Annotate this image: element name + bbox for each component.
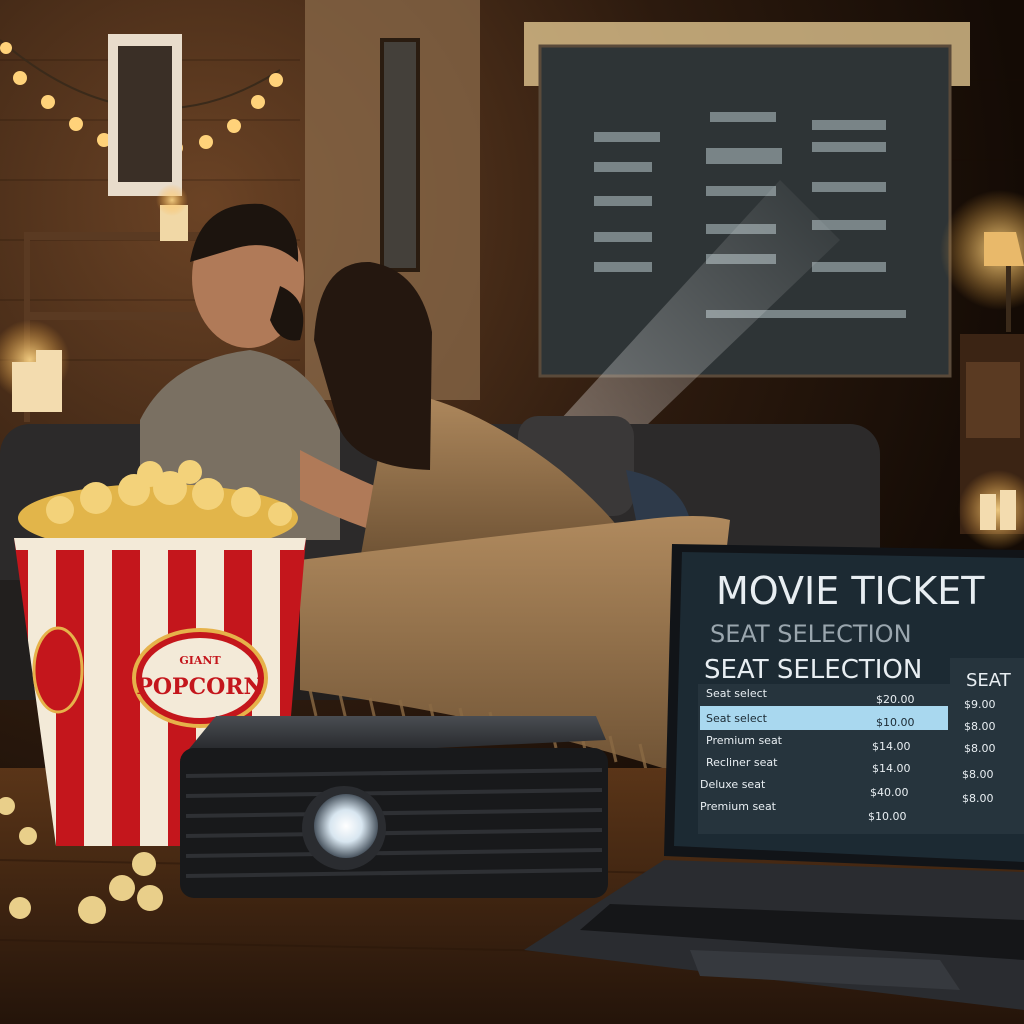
laptop-row-label[interactable]: Premium seat	[706, 734, 783, 747]
popcorn-brand-main: POPCORN	[136, 674, 263, 700]
laptop-row-price: $20.00	[876, 693, 915, 706]
laptop-side-value: $8.00	[964, 720, 996, 733]
laptop-row-label[interactable]: Deluxe seat	[700, 778, 766, 791]
bookshelf	[958, 334, 1024, 550]
laptop-row-label[interactable]: Seat select	[706, 687, 768, 700]
laptop-row-price: $14.00	[872, 740, 911, 753]
laptop-row-label[interactable]: Premium seat	[700, 800, 777, 813]
scene-illustration: GIANT POPCORN MOVIE TICKET SEAT SELECTIO…	[0, 0, 1024, 1024]
laptop-subtitle-dim: SEAT SELECTION	[710, 620, 912, 648]
laptop-title: MOVIE TICKET	[716, 569, 985, 613]
laptop-row-price: $14.00	[872, 762, 911, 775]
window	[380, 38, 420, 272]
laptop-side-value: $8.00	[962, 768, 994, 781]
laptop-row-price: $10.00	[868, 810, 907, 823]
laptop-subtitle: SEAT SELECTION	[704, 655, 922, 685]
popcorn-brand-top: GIANT	[179, 654, 221, 667]
laptop-row-label[interactable]: Seat select	[706, 712, 768, 725]
laptop-row-price: $40.00	[870, 786, 909, 799]
scene: GIANT POPCORN MOVIE TICKET SEAT SELECTIO…	[0, 0, 1024, 1024]
wall-frame	[108, 34, 182, 196]
laptop-side-value: $9.00	[964, 698, 996, 711]
laptop-side-value: $8.00	[964, 742, 996, 755]
laptop-side-value: $8.00	[962, 792, 994, 805]
laptop-row-label[interactable]: Recliner seat	[706, 756, 778, 769]
laptop-row-price: $10.00	[876, 716, 915, 729]
laptop-side-header: SEAT	[966, 670, 1012, 691]
